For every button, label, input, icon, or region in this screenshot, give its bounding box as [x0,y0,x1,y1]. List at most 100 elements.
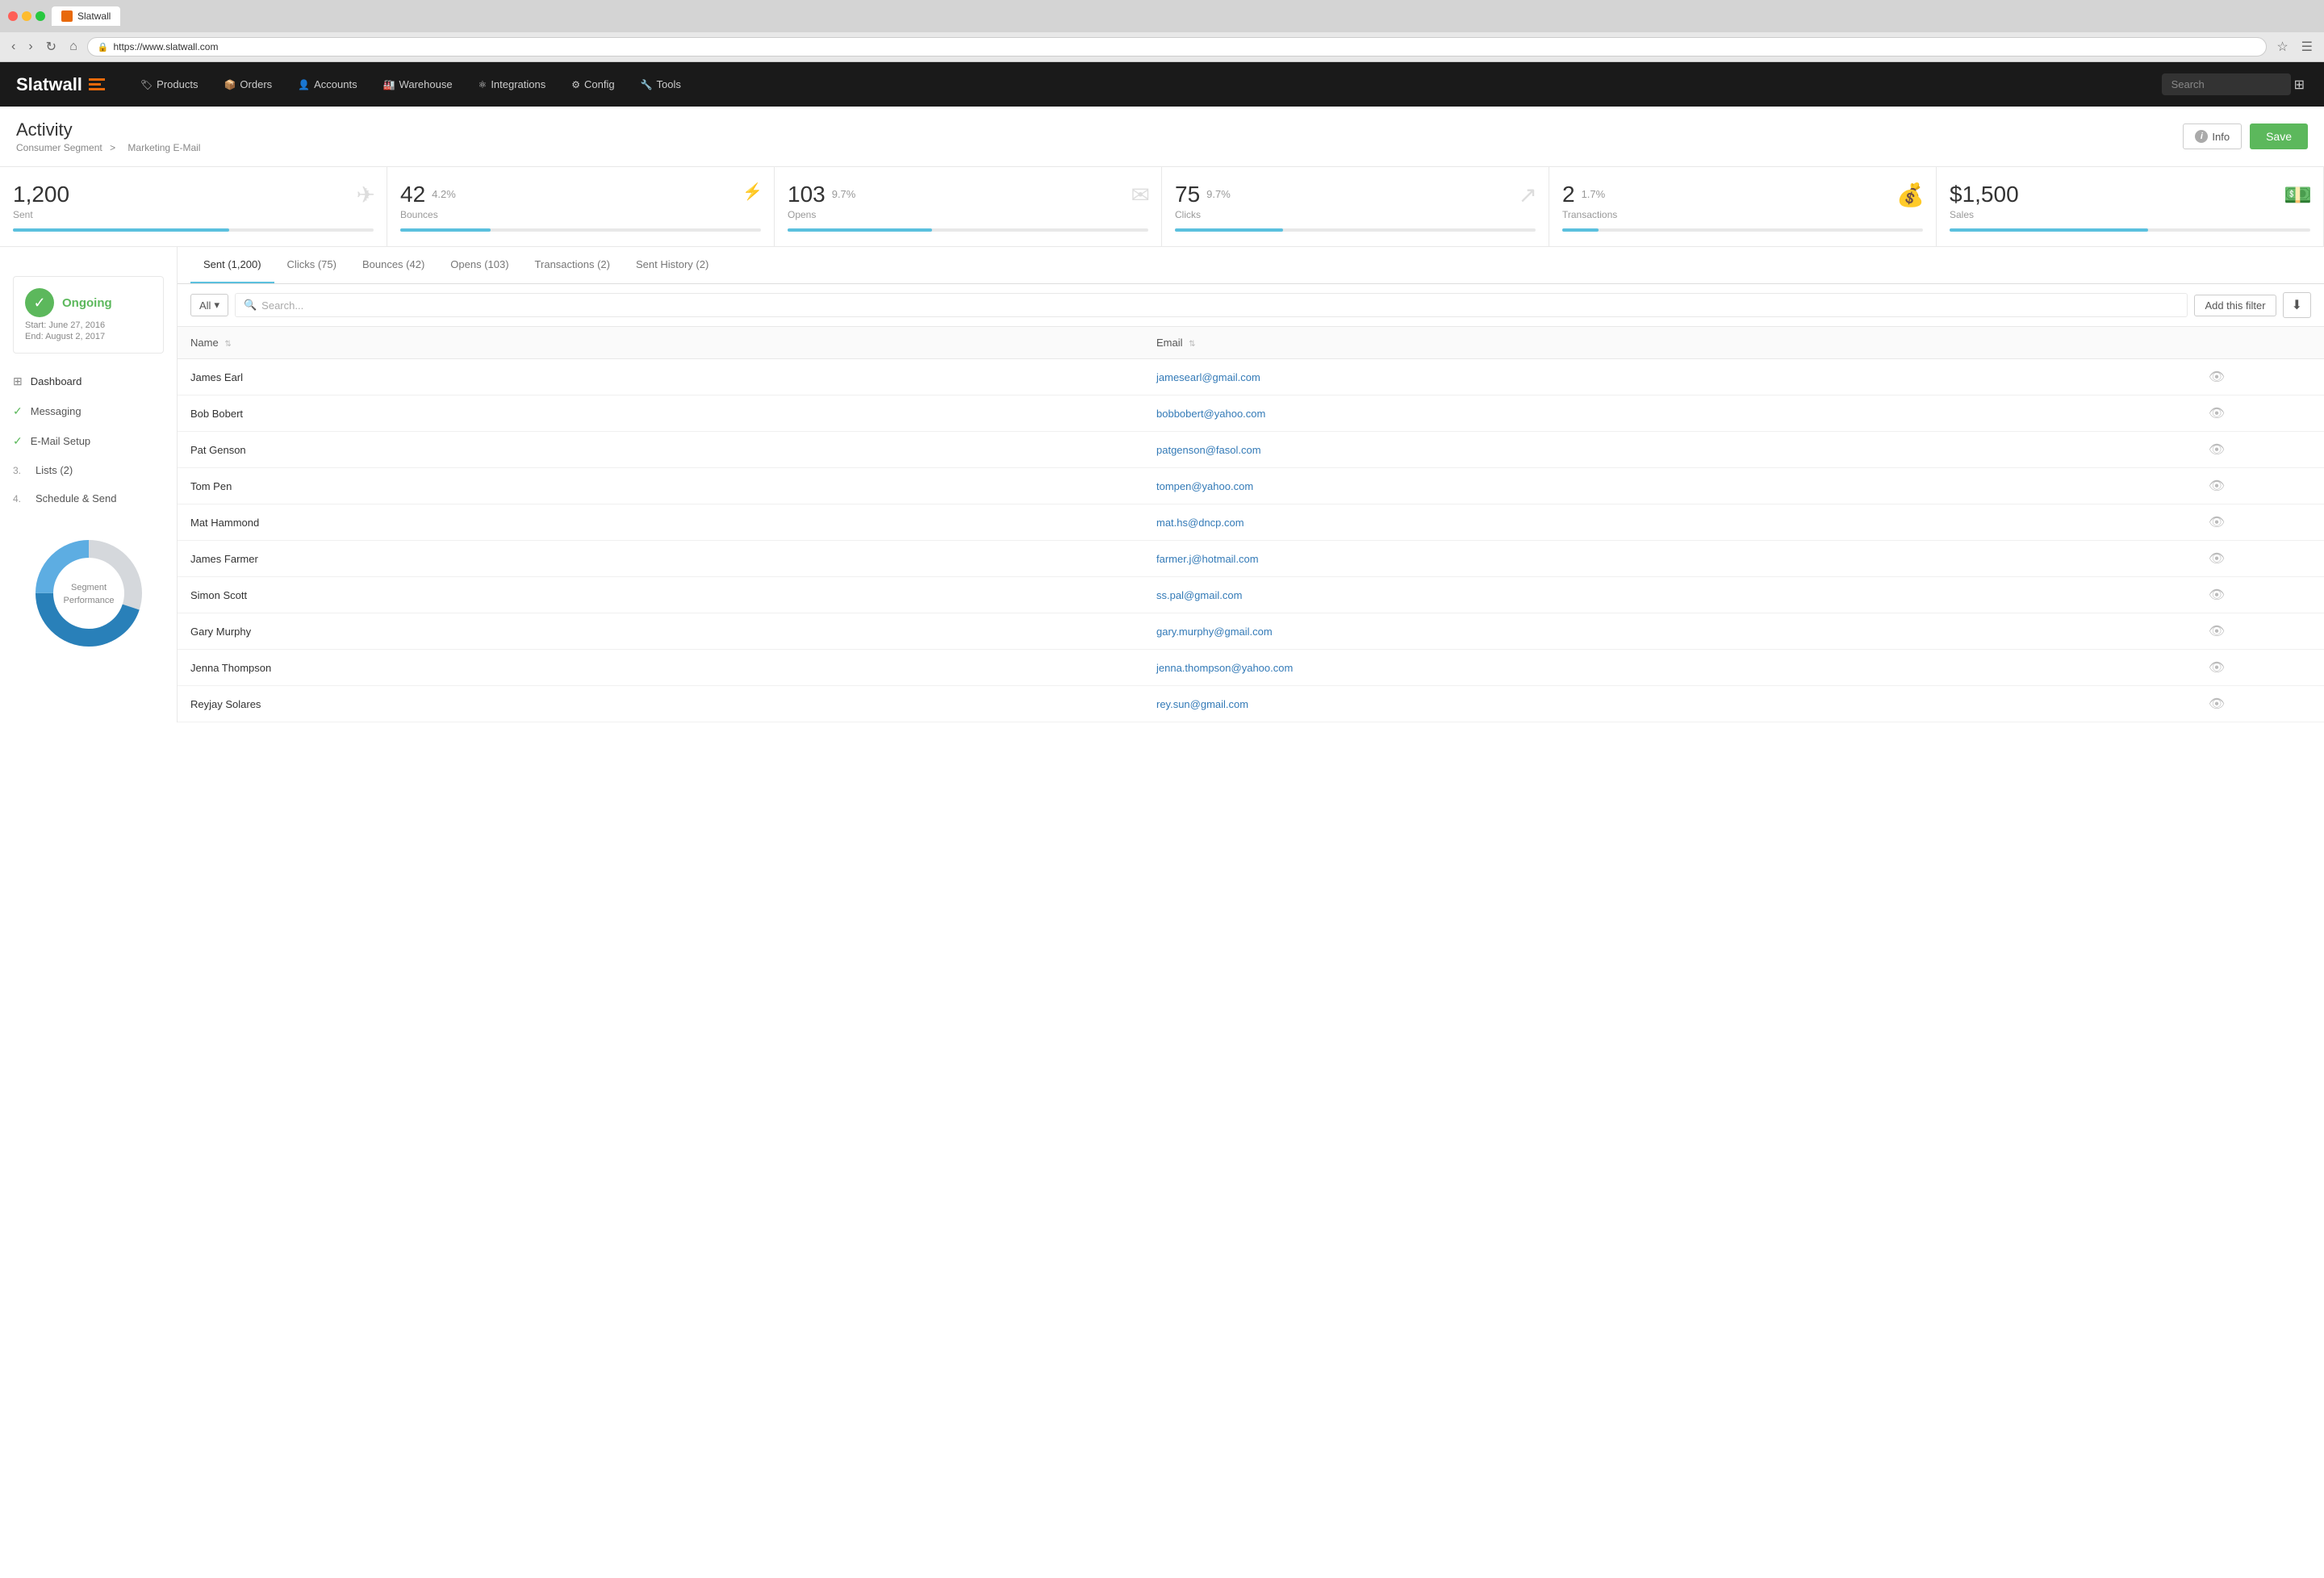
add-filter-button[interactable]: Add this filter [2194,295,2276,316]
tab-opens[interactable]: Opens (103) [437,247,521,283]
nav-tools[interactable]: 🔧 Tools [629,73,692,95]
forward-button[interactable]: › [25,38,36,56]
cell-action: 👁 [2109,686,2324,722]
filter-search-input[interactable] [261,299,2179,312]
minimize-dot[interactable] [22,11,31,21]
view-icon[interactable]: 👁 [2209,552,2225,566]
status-end: End: August 2, 2017 [25,332,152,341]
view-icon[interactable]: 👁 [2209,370,2225,384]
view-icon[interactable]: 👁 [2209,443,2225,457]
nav-warehouse[interactable]: 🏭 Warehouse [372,73,464,95]
bookmark-button[interactable]: ☆ [2273,37,2291,57]
cell-action: 👁 [2109,650,2324,686]
email-link[interactable]: gary.murphy@gmail.com [1156,626,1273,638]
home-button[interactable]: ⌂ [66,38,81,56]
close-dot[interactable] [8,11,18,21]
maximize-dot[interactable] [36,11,45,21]
tools-icon: 🔧 [641,79,653,90]
sidebar-item-messaging[interactable]: ✓ Messaging [0,396,177,426]
view-icon[interactable]: 👁 [2209,661,2225,675]
name-sort-icon[interactable]: ⇅ [224,340,231,349]
tab-transactions[interactable]: Transactions (2) [522,247,623,283]
opens-icon: ✉ [1131,182,1150,208]
back-button[interactable]: ‹ [8,38,19,56]
table-row: Pat Genson patgenson@fasol.com 👁 [178,432,2324,468]
stat-clicks-value: 75 [1175,182,1200,207]
view-icon[interactable]: 👁 [2209,625,2225,638]
status-dates: Start: June 27, 2016 End: August 2, 2017 [25,320,152,341]
email-link[interactable]: rey.sun@gmail.com [1156,698,1248,710]
email-link[interactable]: farmer.j@hotmail.com [1156,553,1259,565]
page-container: Activity Consumer Segment > Marketing E-… [0,107,2324,1578]
ssl-icon: 🔒 [98,42,109,52]
email-link[interactable]: ss.pal@gmail.com [1156,589,1242,601]
reload-button[interactable]: ↻ [43,37,60,57]
logo: Slatwall [16,74,105,95]
search-icon: 🔍 [244,299,257,312]
nav-orders[interactable]: 📦 Orders [212,73,283,95]
email-link[interactable]: patgenson@fasol.com [1156,444,1261,456]
table-row: James Farmer farmer.j@hotmail.com 👁 [178,541,2324,577]
nav-config-label: Config [584,78,615,90]
stat-clicks: 75 9.7% Clicks ↗ [1162,167,1549,246]
table-row: James Earl jamesearl@gmail.com 👁 [178,359,2324,396]
filter-dropdown[interactable]: All ▾ [190,294,228,316]
tab-bounces[interactable]: Bounces (42) [349,247,437,283]
save-button[interactable]: Save [2250,123,2308,149]
sidebar-item-dashboard[interactable]: ⊞ Dashboard [0,366,177,396]
view-icon[interactable]: 👁 [2209,479,2225,493]
view-icon[interactable]: 👁 [2209,697,2225,711]
tab-clicks[interactable]: Clicks (75) [274,247,349,283]
stat-sales-value: $1,500 [1950,182,2019,207]
stat-sales-label: Sales [1950,209,2310,220]
check-icon-email: ✓ [13,434,23,448]
sidebar-item-schedule[interactable]: 4. Schedule & Send [0,484,177,513]
status-card: ✓ Ongoing Start: June 27, 2016 End: Augu… [13,276,164,354]
stat-transactions: 2 1.7% Transactions 💰 [1549,167,1937,246]
main-content: ✓ Ongoing Start: June 27, 2016 End: Augu… [0,247,2324,722]
header-search-input[interactable] [2162,73,2291,95]
sidebar-item-lists[interactable]: 3. Lists (2) [0,456,177,484]
view-icon[interactable]: 👁 [2209,588,2225,602]
stat-clicks-label: Clicks [1175,209,1536,220]
email-link[interactable]: jenna.thompson@yahoo.com [1156,662,1293,674]
url-text: https://www.slatwall.com [113,41,218,52]
email-link[interactable]: mat.hs@dncp.com [1156,517,1244,529]
nav-accounts[interactable]: 👤 Accounts [286,73,368,95]
download-button[interactable]: ⬇ [2283,292,2311,318]
info-button[interactable]: i Info [2183,123,2242,149]
lists-number: 3. [13,465,27,476]
logo-text: Slatwall [16,74,82,95]
nav-integrations[interactable]: ⚛ Integrations [467,73,558,95]
view-icon[interactable]: 👁 [2209,407,2225,421]
sidebar-messaging-label: Messaging [31,405,82,417]
breadcrumb-parent[interactable]: Consumer Segment [16,142,102,153]
info-label: Info [2212,131,2230,143]
sales-icon: 💵 [2284,182,2312,208]
accounts-icon: 👤 [298,79,310,90]
donut-chart: Segment Performance [24,529,153,658]
cell-name: Tom Pen [178,468,1143,504]
settings-button[interactable]: ☰ [2298,37,2316,57]
nav-menu: 🏷 Products 📦 Orders 👤 Accounts 🏭 Warehou… [129,73,2162,95]
header-search-button[interactable]: ⊞ [2291,73,2308,96]
tab-title: Slatwall [77,10,111,22]
col-name-label: Name [190,337,219,349]
email-sort-icon[interactable]: ⇅ [1189,340,1195,349]
cell-action: 👁 [2109,504,2324,541]
table-row: Mat Hammond mat.hs@dncp.com 👁 [178,504,2324,541]
nav-products[interactable]: 🏷 Products [129,73,210,95]
tab-sent[interactable]: Sent (1,200) [190,247,274,283]
address-bar[interactable]: 🔒 https://www.slatwall.com [87,37,2268,57]
nav-config[interactable]: ⚙ Config [560,73,625,95]
email-link[interactable]: jamesearl@gmail.com [1156,371,1260,383]
header-actions: i Info Save [2183,123,2308,149]
sidebar-item-email-setup[interactable]: ✓ E-Mail Setup [0,426,177,456]
tab-sent-history[interactable]: Sent History (2) [623,247,721,283]
cell-email: jamesearl@gmail.com [1143,359,2109,396]
browser-tab[interactable]: Slatwall [52,6,120,26]
view-icon[interactable]: 👁 [2209,516,2225,529]
nav-tools-label: Tools [657,78,681,90]
email-link[interactable]: bobbobert@yahoo.com [1156,408,1265,420]
email-link[interactable]: tompen@yahoo.com [1156,480,1253,492]
